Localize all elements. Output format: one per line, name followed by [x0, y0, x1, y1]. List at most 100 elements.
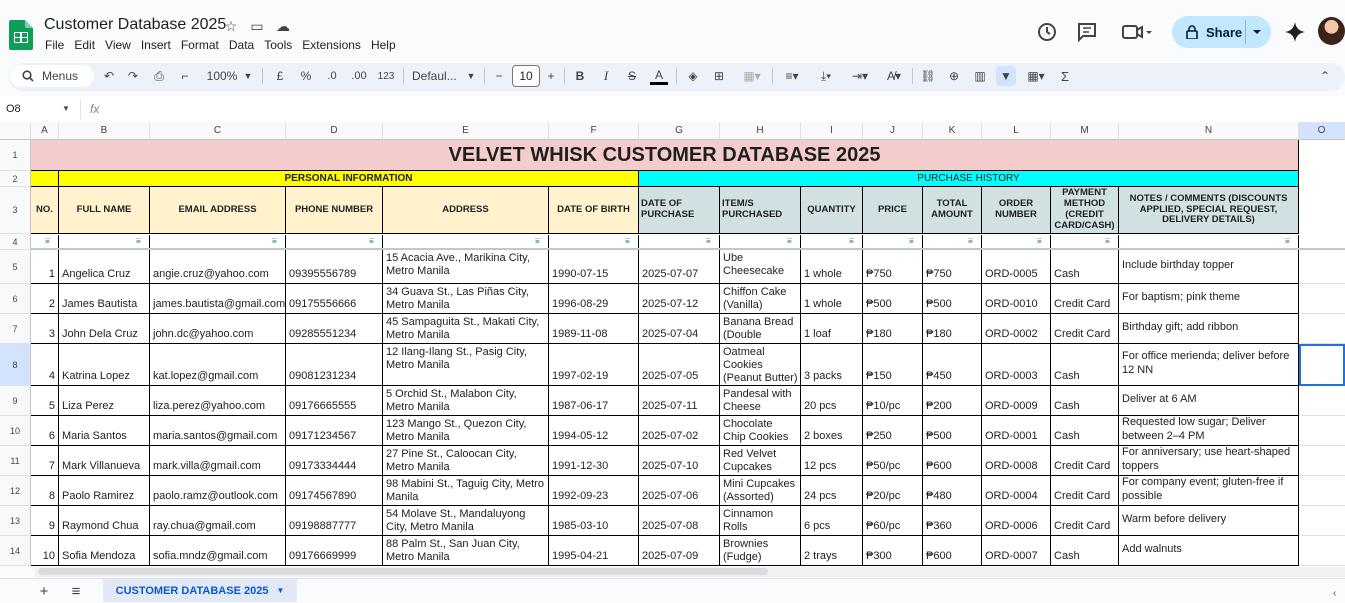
table-cell[interactable]: ORD-0007 — [982, 536, 1051, 566]
table-cell[interactable]: 20 pcs — [801, 386, 863, 416]
table-cell[interactable]: ₱50/pc — [863, 446, 923, 476]
table-cell[interactable]: 88 Palm St., San Juan City, Metro Manila — [383, 536, 549, 566]
filter-cell[interactable]: ⩸ — [982, 235, 1051, 249]
table-cell[interactable]: Brownies (Fudge) — [720, 536, 801, 566]
table-cell[interactable]: Cash — [1051, 536, 1119, 566]
menu-file[interactable]: File — [45, 38, 70, 52]
increase-decimal-button[interactable]: .00 — [348, 67, 370, 85]
table-cell[interactable]: 09176665555 — [286, 386, 383, 416]
table-cell[interactable]: 09173334444 — [286, 446, 383, 476]
font-dropdown-icon[interactable]: ▼ — [466, 67, 476, 85]
table-cell[interactable]: 2025-07-05 — [639, 344, 720, 386]
table-cell[interactable]: 09171234567 — [286, 416, 383, 446]
table-cell[interactable]: ₱20/pc — [863, 476, 923, 506]
version-history-icon[interactable] — [1035, 20, 1059, 44]
table-cell[interactable]: ₱500 — [923, 284, 982, 314]
table-cell[interactable]: Chocolate Chip Cookies — [720, 416, 801, 446]
table-cell[interactable]: ₱480 — [923, 476, 982, 506]
row-header-6[interactable]: 6 — [0, 284, 31, 314]
section-personal-information[interactable]: PERSONAL INFORMATION — [59, 171, 639, 187]
column-header-a[interactable]: A — [31, 122, 59, 140]
strikethrough-button[interactable]: S — [624, 67, 640, 85]
menu-insert[interactable]: Insert — [141, 38, 177, 52]
table-cell[interactable]: 2025-07-10 — [639, 446, 720, 476]
meet-icon[interactable] — [1120, 20, 1156, 44]
table-cell[interactable]: 24 pcs — [801, 476, 863, 506]
table-cell[interactable]: ray.chua@gmail.com — [150, 506, 286, 536]
table-cell[interactable]: 2 boxes — [801, 416, 863, 446]
row-header-4[interactable]: 4 — [0, 234, 31, 250]
empty-cell[interactable] — [1299, 416, 1345, 446]
column-title-14[interactable]: NOTES / COMMENTS (DISCOUNTS APPLIED, SPE… — [1119, 187, 1299, 234]
table-cell[interactable]: 1987-06-17 — [549, 386, 639, 416]
column-header-j[interactable]: J — [863, 122, 923, 140]
empty-cell[interactable] — [1299, 536, 1345, 566]
filter-views-icon[interactable]: ▦▾ — [1022, 67, 1050, 85]
name-box-dropdown-icon[interactable]: ▼ — [62, 104, 70, 113]
table-cell[interactable]: ₱60/pc — [863, 506, 923, 536]
table-cell[interactable]: 09395556789 — [286, 250, 383, 284]
table-cell[interactable]: ₱150 — [863, 344, 923, 386]
table-cell[interactable]: James Bautista — [59, 284, 150, 314]
filter-dropdown-icon[interactable]: ⩸ — [909, 237, 919, 245]
table-cell[interactable]: maria.santos@gmail.com — [150, 416, 286, 446]
filter-cell[interactable]: ⩸ — [59, 235, 150, 249]
row-header-14[interactable]: 14 — [0, 536, 31, 566]
scroll-tabs-left-icon[interactable]: ‹ — [1333, 588, 1336, 599]
functions-button[interactable]: Σ — [1056, 67, 1074, 85]
comments-icon[interactable] — [1075, 20, 1099, 44]
table-cell[interactable]: 09285551234 — [286, 314, 383, 344]
selected-cell-o8[interactable] — [1299, 344, 1345, 386]
table-cell[interactable]: ORD-0005 — [982, 250, 1051, 284]
add-sheet-button[interactable]: + — [36, 583, 52, 600]
row-header-7[interactable]: 7 — [0, 314, 31, 344]
menu-data[interactable]: Data — [229, 38, 260, 52]
table-cell[interactable]: Ube Cheesecake — [720, 250, 801, 284]
table-cell[interactable]: 2025-07-08 — [639, 506, 720, 536]
row-header-10[interactable]: 10 — [0, 416, 31, 446]
table-cell[interactable]: ORD-0004 — [982, 476, 1051, 506]
filter-cell[interactable]: ⩸ — [801, 235, 863, 249]
table-cell[interactable]: 1 whole — [801, 250, 863, 284]
table-cell[interactable]: For anniversary; use heart-shaped topper… — [1119, 446, 1299, 476]
filter-cell[interactable]: ⩸ — [549, 235, 639, 249]
column-header-g[interactable]: G — [639, 122, 720, 140]
filter-cell[interactable]: ⩸ — [1119, 235, 1299, 249]
column-header-d[interactable]: D — [286, 122, 383, 140]
table-cell[interactable]: 5 Orchid St., Malabon City, Metro Manila — [383, 386, 549, 416]
table-cell[interactable]: 3 packs — [801, 344, 863, 386]
text-wrapping-icon[interactable]: ⇥▾ — [846, 67, 874, 85]
table-cell[interactable]: 45 Sampaguita St., Makati City, Metro Ma… — [383, 314, 549, 344]
table-cell[interactable]: For baptism; pink theme — [1119, 284, 1299, 314]
table-cell[interactable]: 8 — [31, 476, 59, 506]
merge-cells-icon[interactable]: ▦▾ — [738, 67, 766, 85]
table-cell[interactable]: Katrina Lopez — [59, 344, 150, 386]
horizontal-scrollbar-thumb[interactable] — [38, 568, 768, 575]
table-cell[interactable]: Sofia Mendoza — [59, 536, 150, 566]
table-cell[interactable]: ORD-0002 — [982, 314, 1051, 344]
table-cell[interactable]: 1985-03-10 — [549, 506, 639, 536]
table-cell[interactable]: Credit Card — [1051, 314, 1119, 344]
filter-dropdown-icon[interactable]: ⩸ — [968, 237, 978, 245]
table-cell[interactable]: Add walnuts — [1119, 536, 1299, 566]
filter-dropdown-icon[interactable]: ⩸ — [849, 237, 859, 245]
table-cell[interactable]: 12 Ilang-Ilang St., Pasig City, Metro Ma… — [383, 344, 549, 386]
table-cell[interactable]: John Dela Cruz — [59, 314, 150, 344]
table-cell[interactable]: ORD-0006 — [982, 506, 1051, 536]
row-header-1[interactable]: 1 — [0, 140, 31, 171]
share-dropdown-icon[interactable] — [1252, 28, 1262, 36]
table-cell[interactable]: 54 Molave St., Mandaluyong City, Metro M… — [383, 506, 549, 536]
table-cell[interactable]: For company event; gluten-free if possib… — [1119, 476, 1299, 506]
table-cell[interactable]: Raymond Chua — [59, 506, 150, 536]
share-button[interactable]: Share — [1172, 16, 1271, 48]
column-title-6[interactable]: DATE OF BIRTH — [549, 187, 639, 234]
table-cell[interactable]: liza.perez@yahoo.com — [150, 386, 286, 416]
table-cell[interactable]: Requested low sugar; Deliver between 2–4… — [1119, 416, 1299, 446]
row-header-13[interactable]: 13 — [0, 506, 31, 536]
table-cell[interactable]: Chiffon Cake (Vanilla) — [720, 284, 801, 314]
row-header-12[interactable]: 12 — [0, 476, 31, 506]
filter-dropdown-icon[interactable]: ⩸ — [369, 237, 379, 245]
move-folder-icon[interactable]: ▭ — [248, 17, 266, 35]
table-cell[interactable]: 123 Mango St., Quezon City, Metro Manila — [383, 416, 549, 446]
table-cell[interactable]: Credit Card — [1051, 506, 1119, 536]
